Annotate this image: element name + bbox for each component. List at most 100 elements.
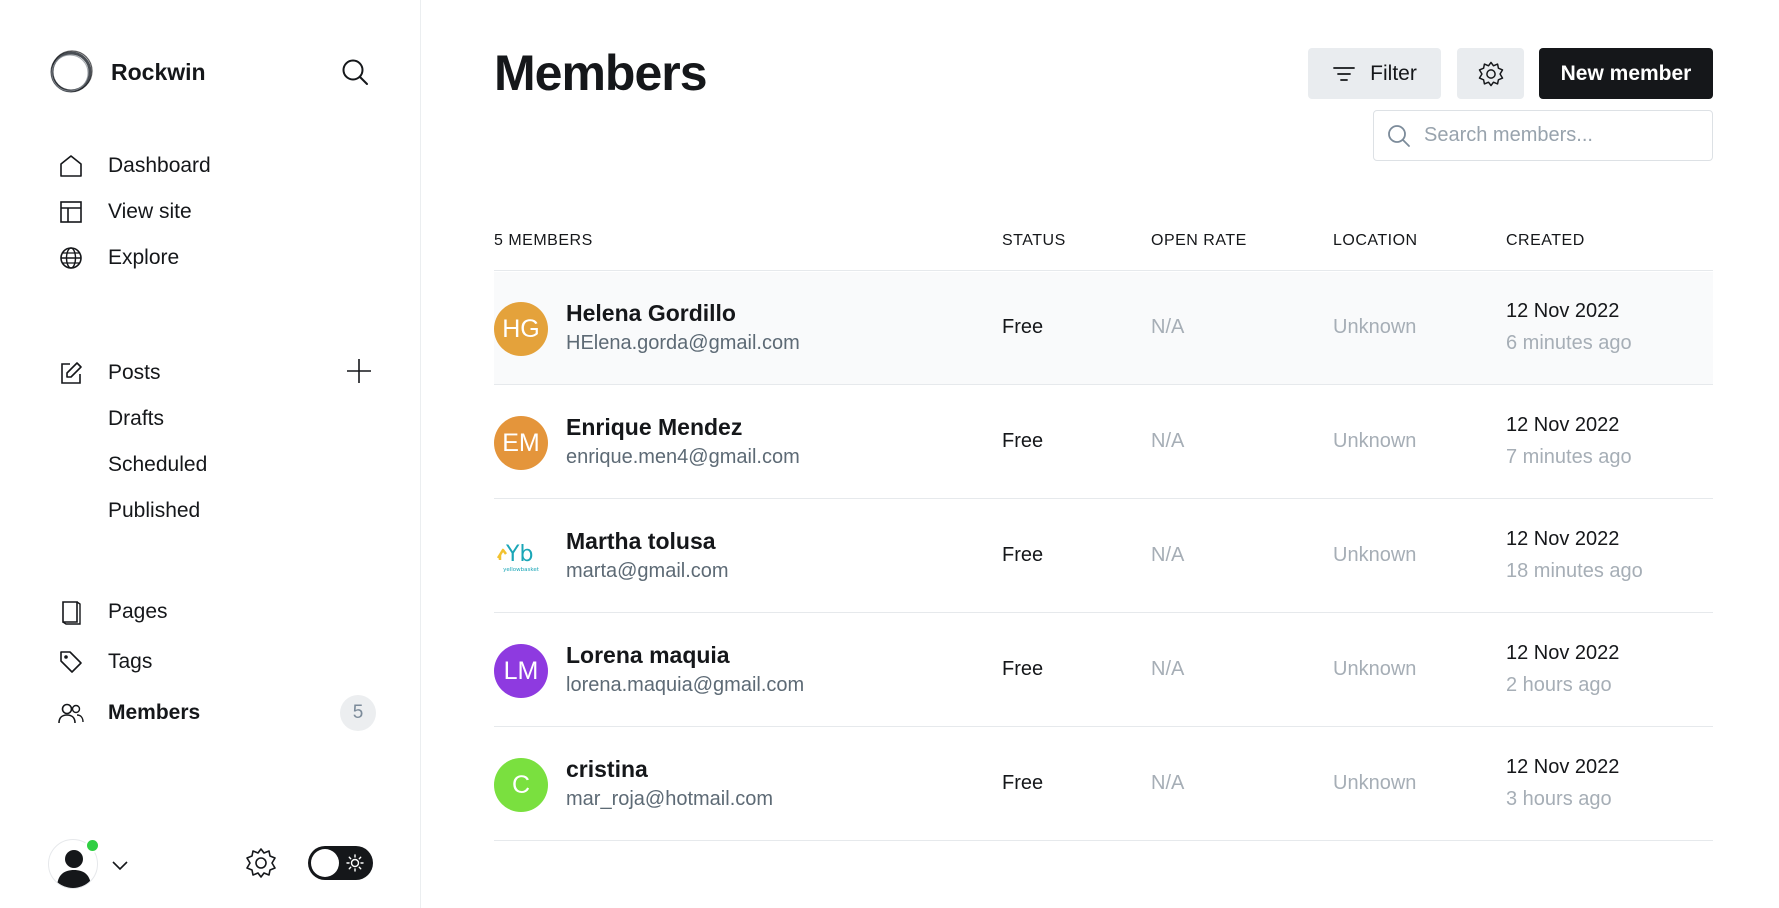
sidebar-item-view-site[interactable]: View site bbox=[57, 194, 192, 230]
users-icon bbox=[57, 699, 85, 727]
table-row[interactable]: HG Helena Gordillo HElena.gorda@gmail.co… bbox=[494, 272, 1713, 385]
sidebar-item-drafts[interactable]: Drafts bbox=[108, 401, 164, 437]
online-status-dot bbox=[85, 838, 100, 853]
tag-icon bbox=[57, 648, 85, 676]
member-avatar: HG bbox=[494, 302, 548, 356]
yellowbasket-logo-caption: yellowbasket bbox=[503, 567, 540, 573]
member-created-ago: 7 minutes ago bbox=[1506, 446, 1632, 468]
member-avatar: LM bbox=[494, 644, 548, 698]
sidebar-item-explore[interactable]: Explore bbox=[57, 240, 179, 276]
sidebar: Rockwin Dashboard View site Explore Post… bbox=[0, 0, 421, 908]
sidebar-item-label: Explore bbox=[108, 246, 180, 269]
member-created-date: 12 Nov 2022 bbox=[1506, 642, 1620, 664]
member-location: Unknown bbox=[1333, 772, 1417, 794]
member-status: Free bbox=[1002, 772, 1044, 794]
toggle-knob bbox=[311, 849, 339, 877]
book-icon bbox=[57, 598, 85, 626]
table-row[interactable]: EM Enrique Mendez enrique.men4@gmail.com… bbox=[494, 386, 1713, 499]
member-status: Free bbox=[1002, 658, 1044, 680]
member-open-rate: N/A bbox=[1151, 544, 1185, 566]
table-row[interactable]: Yb yellowbasket Martha tolusa marta@gmai… bbox=[494, 500, 1713, 613]
sidebar-item-published[interactable]: Published bbox=[108, 493, 200, 529]
sidebar-item-dashboard[interactable]: Dashboard bbox=[57, 148, 211, 184]
gear-icon[interactable] bbox=[244, 846, 278, 880]
member-created-date: 12 Nov 2022 bbox=[1506, 414, 1620, 436]
sidebar-item-label: Members bbox=[108, 701, 201, 724]
member-name: cristina bbox=[566, 756, 648, 782]
member-open-rate: N/A bbox=[1151, 772, 1185, 794]
member-status: Free bbox=[1002, 544, 1044, 566]
search-members-box[interactable] bbox=[1373, 110, 1713, 161]
brand-name: Rockwin bbox=[111, 58, 206, 85]
yellowbasket-logo-icon: Yb yellowbasket bbox=[496, 542, 540, 573]
member-created-date: 12 Nov 2022 bbox=[1506, 300, 1620, 322]
sidebar-item-members[interactable]: Members bbox=[57, 695, 200, 731]
search-input[interactable] bbox=[1424, 124, 1704, 147]
member-email: marta@gmail.com bbox=[566, 560, 729, 582]
edit-icon bbox=[57, 359, 85, 387]
sidebar-item-label: Posts bbox=[108, 361, 161, 384]
members-count-badge: 5 bbox=[340, 695, 376, 731]
filter-button[interactable]: Filter bbox=[1308, 48, 1441, 99]
sidebar-item-label: Drafts bbox=[108, 407, 165, 430]
member-created-ago: 18 minutes ago bbox=[1506, 560, 1643, 582]
member-location: Unknown bbox=[1333, 658, 1417, 680]
member-status: Free bbox=[1002, 430, 1044, 452]
member-name: Helena Gordillo bbox=[566, 300, 736, 326]
column-header-members: 5 MEMBERS bbox=[494, 232, 593, 249]
sidebar-item-scheduled[interactable]: Scheduled bbox=[108, 447, 207, 483]
member-avatar: C bbox=[494, 758, 548, 812]
sidebar-item-label: Dashboard bbox=[108, 154, 211, 177]
column-header-open-rate[interactable]: OPEN RATE bbox=[1151, 232, 1247, 250]
yellowbasket-logo-text: Yb bbox=[505, 542, 533, 567]
member-created-date: 12 Nov 2022 bbox=[1506, 756, 1620, 778]
filter-icon bbox=[1333, 66, 1356, 81]
search-icon[interactable] bbox=[340, 57, 370, 87]
table-row[interactable]: C cristina mar_roja@hotmail.com Free N/A… bbox=[494, 728, 1713, 841]
member-location: Unknown bbox=[1333, 316, 1417, 338]
new-member-button[interactable]: New member bbox=[1539, 48, 1713, 99]
member-open-rate: N/A bbox=[1151, 316, 1185, 338]
member-avatar: Yb yellowbasket bbox=[494, 530, 548, 584]
member-name: Martha tolusa bbox=[566, 528, 716, 554]
add-post-icon[interactable] bbox=[345, 357, 373, 385]
member-name: Enrique Mendez bbox=[566, 414, 743, 440]
member-open-rate: N/A bbox=[1151, 430, 1185, 452]
member-created-date: 12 Nov 2022 bbox=[1506, 528, 1620, 550]
table-header-divider bbox=[494, 270, 1713, 271]
house-icon bbox=[57, 152, 85, 180]
member-location: Unknown bbox=[1333, 544, 1417, 566]
chevron-down-icon[interactable] bbox=[110, 855, 130, 875]
settings-button[interactable] bbox=[1457, 48, 1524, 99]
brand[interactable]: Rockwin bbox=[48, 49, 206, 95]
member-created-ago: 3 hours ago bbox=[1506, 788, 1612, 810]
member-email: lorena.maquia@gmail.com bbox=[566, 674, 805, 696]
sidebar-item-posts[interactable]: Posts bbox=[57, 355, 161, 391]
layout-icon bbox=[57, 198, 85, 226]
member-open-rate: N/A bbox=[1151, 658, 1185, 680]
member-location: Unknown bbox=[1333, 430, 1417, 452]
search-icon bbox=[1388, 124, 1410, 147]
column-header-location[interactable]: LOCATION bbox=[1333, 232, 1418, 250]
table-row[interactable]: LM Lorena maquia lorena.maquia@gmail.com… bbox=[494, 614, 1713, 727]
member-email: enrique.men4@gmail.com bbox=[566, 446, 800, 468]
sidebar-item-pages[interactable]: Pages bbox=[57, 594, 168, 630]
column-header-created[interactable]: CREATED bbox=[1506, 232, 1585, 250]
column-header-status[interactable]: STATUS bbox=[1002, 232, 1066, 250]
sidebar-item-tags[interactable]: Tags bbox=[57, 644, 152, 680]
member-name: Lorena maquia bbox=[566, 642, 730, 668]
sidebar-item-label: Published bbox=[108, 499, 201, 522]
page-title: Members bbox=[494, 45, 708, 101]
sidebar-item-label: Pages bbox=[108, 600, 168, 623]
member-status: Free bbox=[1002, 316, 1044, 338]
theme-toggle[interactable] bbox=[308, 846, 373, 880]
globe-icon bbox=[57, 244, 85, 272]
member-email: HElena.gorda@gmail.com bbox=[566, 332, 800, 354]
member-created-ago: 6 minutes ago bbox=[1506, 332, 1632, 354]
filter-label: Filter bbox=[1370, 61, 1417, 85]
member-created-ago: 2 hours ago bbox=[1506, 674, 1612, 696]
brand-logo-icon bbox=[50, 50, 93, 93]
sidebar-item-label: Scheduled bbox=[108, 453, 208, 476]
sidebar-item-label: Tags bbox=[108, 650, 153, 673]
member-email: mar_roja@hotmail.com bbox=[566, 788, 774, 810]
